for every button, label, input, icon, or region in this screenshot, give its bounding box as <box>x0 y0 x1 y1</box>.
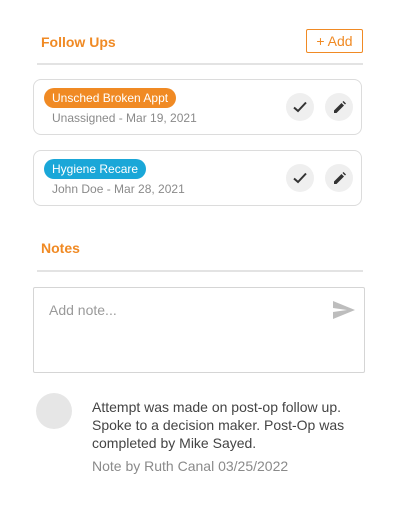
pencil-icon <box>333 100 346 113</box>
followup-type-badge: Hygiene Recare <box>44 159 147 179</box>
followups-header: Follow Ups + Add <box>37 28 363 65</box>
followup-type-badge: Unsched Broken Appt <box>44 88 177 108</box>
notes-title: Notes <box>41 240 80 256</box>
note-input-placeholder: Add note... <box>49 302 117 318</box>
check-icon <box>293 172 307 184</box>
followup-meta: Unassigned - Mar 19, 2021 <box>52 111 197 125</box>
followup-card[interactable]: Unsched Broken Appt Unassigned - Mar 19,… <box>33 79 362 135</box>
pencil-icon <box>333 171 346 184</box>
send-icon[interactable] <box>333 301 355 319</box>
edit-followup-button[interactable] <box>325 93 353 121</box>
edit-followup-button[interactable] <box>325 164 353 192</box>
complete-followup-button[interactable] <box>286 93 314 121</box>
followup-meta: John Doe - Mar 28, 2021 <box>52 182 185 196</box>
check-icon <box>293 101 307 113</box>
note-input[interactable]: Add note... <box>33 287 365 373</box>
note-text: Attempt was made on post-op follow up. S… <box>92 399 345 451</box>
followup-card[interactable]: Hygiene Recare John Doe - Mar 28, 2021 <box>33 150 362 206</box>
note-byline: Note by Ruth Canal 03/25/2022 <box>92 458 289 474</box>
add-followup-button[interactable]: + Add <box>306 29 363 53</box>
complete-followup-button[interactable] <box>286 164 314 192</box>
avatar <box>36 393 72 429</box>
notes-header: Notes <box>37 232 363 272</box>
followups-title: Follow Ups <box>41 34 116 50</box>
